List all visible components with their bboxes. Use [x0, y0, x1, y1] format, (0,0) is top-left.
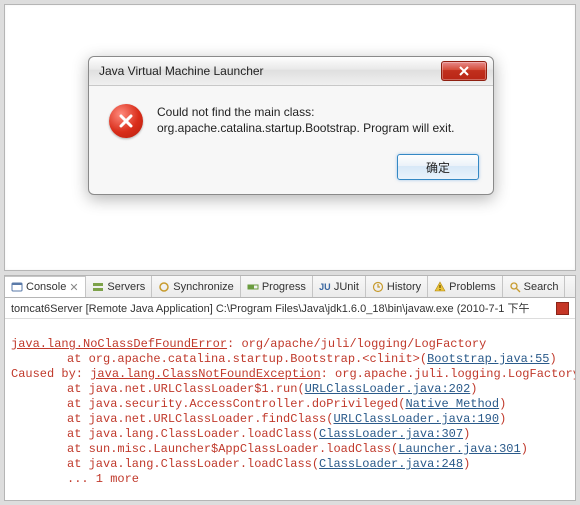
progress-icon — [247, 281, 259, 293]
stack-line: at java.lang.ClassLoader.loadClass( — [67, 427, 319, 441]
console-icon — [11, 281, 23, 293]
stack-link[interactable]: URLClassLoader.java:190 — [333, 412, 499, 426]
console-header: tomcat6Server [Remote Java Application] … — [5, 298, 575, 319]
stack-link[interactable]: Bootstrap.java:55 — [427, 352, 549, 366]
view-tabbar: Console ✕ Servers Synchronize Progress J… — [4, 275, 576, 298]
search-icon — [509, 281, 521, 293]
tab-label: History — [387, 281, 421, 293]
stack-line: at java.net.URLClassLoader.findClass( — [67, 412, 333, 426]
stack-link[interactable]: ClassLoader.java:307 — [319, 427, 463, 441]
console-panel: tomcat6Server [Remote Java Application] … — [4, 297, 576, 501]
tab-servers[interactable]: Servers — [86, 276, 152, 298]
stack-line: at java.net.URLClassLoader$1.run( — [67, 382, 305, 396]
stack-line: at sun.misc.Launcher$AppClassLoader.load… — [67, 442, 398, 456]
stack-link[interactable]: Launcher.java:301 — [398, 442, 520, 456]
workspace: Java Virtual Machine Launcher Could not … — [0, 0, 580, 505]
stack-line: : org.apache.juli.logging.LogFactory — [321, 367, 575, 381]
stack-line: Caused by: — [11, 367, 90, 381]
dialog-message-line1: Could not find the main class: — [157, 104, 475, 120]
servers-icon — [92, 281, 104, 293]
tab-junit[interactable]: JU JUnit — [313, 276, 366, 298]
console-process-label: tomcat6Server [Remote Java Application] … — [11, 300, 529, 316]
stack-line: ) — [549, 352, 556, 366]
tab-label: JUnit — [334, 281, 359, 293]
tab-progress[interactable]: Progress — [241, 276, 313, 298]
close-button[interactable] — [441, 61, 487, 81]
tab-label: Progress — [262, 281, 306, 293]
tab-history[interactable]: History — [366, 276, 428, 298]
stack-link[interactable]: URLClassLoader.java:202 — [305, 382, 471, 396]
stack-link[interactable]: ClassLoader.java:248 — [319, 457, 463, 471]
stack-line: ) — [521, 442, 528, 456]
ok-button[interactable]: 确定 — [397, 154, 479, 180]
dialog-message-line2: org.apache.catalina.startup.Bootstrap. P… — [157, 120, 475, 136]
stack-line: ) — [499, 397, 506, 411]
tab-search[interactable]: Search — [503, 276, 566, 298]
tab-close-icon[interactable]: ✕ — [69, 281, 79, 294]
dialog-titlebar[interactable]: Java Virtual Machine Launcher — [89, 57, 493, 86]
stack-line: java.lang.NoClassDefFoundError — [11, 337, 227, 351]
history-icon — [372, 281, 384, 293]
dialog-message: Could not find the main class: org.apach… — [157, 104, 475, 136]
stack-line: ) — [463, 427, 470, 441]
stack-line: : org/apache/juli/logging/LogFactory — [227, 337, 486, 351]
sync-icon — [158, 281, 170, 293]
tab-label: Console — [26, 281, 66, 293]
console-output[interactable]: java.lang.NoClassDefFoundError: org/apac… — [5, 318, 575, 500]
stack-line: ) — [499, 412, 506, 426]
tab-label: Search — [524, 281, 559, 293]
stack-line: ) — [470, 382, 477, 396]
stack-line: ) — [463, 457, 470, 471]
ok-button-label: 确定 — [426, 159, 450, 176]
dialog-title: Java Virtual Machine Launcher — [99, 64, 264, 78]
tab-label: Synchronize — [173, 281, 234, 293]
stack-link[interactable]: Native Method — [405, 397, 499, 411]
error-icon — [109, 104, 143, 138]
tab-label: Problems — [449, 281, 495, 293]
dialog-actions: 确定 — [89, 146, 493, 194]
close-icon — [458, 66, 470, 76]
stack-line: at java.lang.ClassLoader.loadClass( — [67, 457, 319, 471]
stack-line: at org.apache.catalina.startup.Bootstrap… — [67, 352, 427, 366]
terminate-button[interactable] — [556, 302, 569, 315]
tab-problems[interactable]: Problems — [428, 276, 502, 298]
tab-label: Servers — [107, 281, 145, 293]
stack-line: at java.security.AccessController.doPriv… — [67, 397, 405, 411]
stack-line: ... 1 more — [67, 472, 139, 486]
stack-line: java.lang.ClassNotFoundException — [90, 367, 320, 381]
problems-icon — [434, 281, 446, 293]
error-dialog: Java Virtual Machine Launcher Could not … — [88, 56, 494, 195]
junit-icon: JU — [319, 281, 331, 293]
tab-console[interactable]: Console ✕ — [5, 276, 86, 298]
dialog-body: Could not find the main class: org.apach… — [89, 86, 493, 146]
tab-synchronize[interactable]: Synchronize — [152, 276, 241, 298]
